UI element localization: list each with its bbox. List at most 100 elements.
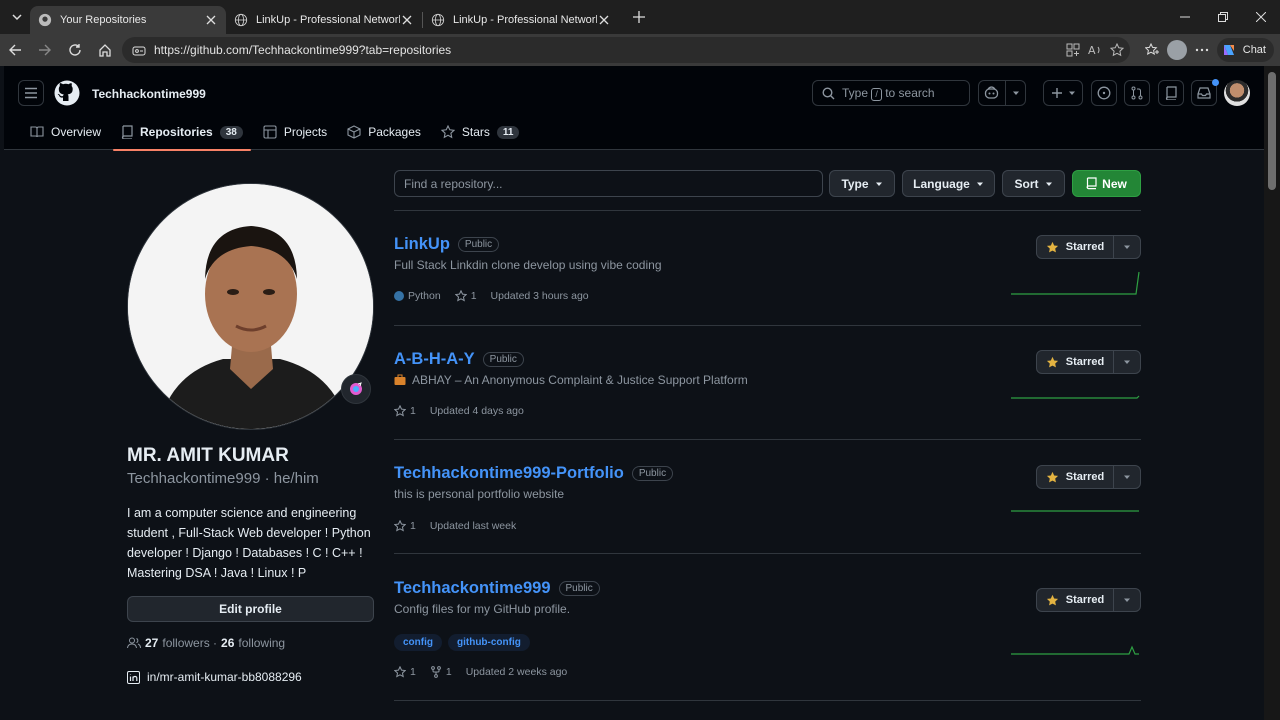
visibility-badge: Public	[482, 351, 524, 367]
language-filter-button[interactable]: Language	[902, 170, 995, 197]
repo-stars-link[interactable]: 1	[454, 290, 477, 302]
type-filter-button[interactable]: Type	[829, 170, 895, 197]
browser-toolbar: https://github.com/Techhackontime999?tab…	[0, 34, 1280, 66]
app-available-icon[interactable]	[1066, 43, 1080, 57]
sort-filter-button[interactable]: Sort	[1002, 170, 1065, 197]
topic-tag[interactable]: github-config	[448, 634, 530, 651]
create-new-button[interactable]	[1043, 80, 1083, 106]
issues-button[interactable]	[1091, 80, 1117, 106]
repo-forks-link[interactable]: 1	[430, 666, 452, 678]
tab-overview[interactable]: Overview	[22, 114, 109, 150]
star-button-group: Starred	[1036, 235, 1141, 259]
tab-close-button[interactable]	[597, 13, 611, 27]
github-logo-icon[interactable]	[54, 80, 80, 106]
search-icon	[822, 86, 835, 99]
context-username[interactable]: Techhackontime999	[92, 87, 206, 101]
reload-icon	[69, 44, 81, 56]
favorites-icon[interactable]	[1144, 43, 1159, 57]
star-list-dropdown[interactable]	[1114, 589, 1140, 611]
site-info-icon[interactable]	[132, 43, 146, 57]
package-icon	[347, 125, 361, 139]
caret-down-icon	[1068, 91, 1075, 95]
home-button[interactable]	[90, 36, 120, 64]
profile-avatar[interactable]	[127, 183, 374, 430]
following-link[interactable]: following	[238, 636, 285, 650]
url-text: https://github.com/Techhackontime999?tab…	[154, 43, 452, 57]
favorite-star-icon[interactable]	[1110, 43, 1124, 57]
find-repository-input[interactable]	[394, 170, 823, 197]
visibility-badge: Public	[457, 236, 500, 252]
star-label: Starred	[1065, 356, 1105, 368]
repositories-button[interactable]	[1158, 80, 1184, 106]
repo-stars-link[interactable]: 1	[394, 666, 416, 678]
star-list-dropdown[interactable]	[1114, 351, 1140, 373]
repo-name-link[interactable]: Techhackontime999-Portfolio	[394, 464, 624, 483]
set-status-button[interactable]	[341, 374, 371, 404]
global-nav-menu-button[interactable]	[18, 80, 44, 106]
repo-name-link[interactable]: Techhackontime999	[394, 579, 551, 598]
back-button[interactable]	[0, 36, 30, 64]
starred-button[interactable]: Starred	[1037, 351, 1114, 373]
profile-bio: I am a computer science and engineering …	[127, 506, 371, 580]
linkedin-handle: in/mr-amit-kumar-bb8088296	[147, 670, 302, 684]
starred-button[interactable]: Starred	[1037, 236, 1114, 258]
tab-label: Stars	[461, 125, 490, 139]
copilot-button[interactable]	[978, 80, 1026, 106]
svg-text:A: A	[1088, 44, 1096, 57]
star-list-dropdown[interactable]	[1114, 466, 1140, 488]
repo-list-item: A-B-H-A-Y Public ABHAY – An Anonymous Co…	[394, 348, 1141, 417]
pull-requests-button[interactable]	[1124, 80, 1150, 106]
tab-projects[interactable]: Projects	[255, 114, 335, 150]
star-icon	[394, 666, 406, 678]
tab-stars[interactable]: Stars 11	[433, 114, 528, 150]
tab-close-button[interactable]	[204, 13, 218, 27]
activity-sparkline	[1011, 271, 1140, 295]
caret-down-icon	[1124, 360, 1130, 364]
scrollbar-thumb[interactable]	[1268, 72, 1276, 190]
github-header: Techhackontime999 Type / to search Overv…	[4, 66, 1264, 151]
copilot-chat-button[interactable]: Chat	[1216, 38, 1274, 62]
browser-profile-avatar[interactable]	[1166, 40, 1187, 60]
tab-close-button[interactable]	[400, 13, 414, 27]
read-aloud-icon[interactable]: A	[1088, 43, 1102, 57]
inbox-icon	[1197, 87, 1211, 99]
repo-stars-link[interactable]: 1	[394, 520, 416, 532]
star-list-dropdown[interactable]	[1114, 236, 1140, 258]
following-count[interactable]: 26	[221, 636, 234, 650]
repo-stars-link[interactable]: 1	[394, 405, 416, 417]
reload-button[interactable]	[60, 36, 90, 64]
new-tab-button[interactable]	[627, 5, 651, 29]
tab-repositories[interactable]: Repositories 38	[113, 114, 251, 151]
followers-count[interactable]: 27	[145, 636, 158, 650]
button-divider	[1005, 80, 1006, 106]
restore-button[interactable]	[1204, 0, 1242, 34]
profile-full-name: MR. AMIT KUMAR	[127, 445, 289, 466]
repo-name-link[interactable]: LinkUp	[394, 235, 450, 254]
browser-tab-1[interactable]: Your Repositories	[30, 6, 226, 34]
user-avatar[interactable]	[1224, 80, 1250, 106]
linkedin-link[interactable]: in/mr-amit-kumar-bb8088296	[127, 670, 302, 684]
followers-link[interactable]: followers ·	[162, 636, 217, 650]
minimize-button[interactable]	[1166, 0, 1204, 34]
tab-actions-menu-button[interactable]	[4, 4, 30, 30]
window-close-button[interactable]	[1242, 0, 1280, 34]
repo-language: Python	[394, 290, 441, 302]
page-scrollbar[interactable]	[1264, 66, 1280, 720]
more-options-icon[interactable]	[1195, 43, 1209, 57]
stars-count: 1	[410, 666, 416, 678]
search-button[interactable]: Type / to search	[812, 80, 970, 106]
starred-button[interactable]: Starred	[1037, 589, 1114, 611]
topic-tag[interactable]: config	[394, 634, 442, 651]
repo-updated-time: Updated 2 weeks ago	[465, 666, 568, 678]
tab-label: Repositories	[140, 125, 213, 139]
browser-tab-2[interactable]: LinkUp - Professional Network	[226, 6, 422, 34]
repo-name-link[interactable]: A-B-H-A-Y	[394, 350, 475, 369]
browser-tab-3[interactable]: LinkUp - Professional Network	[423, 6, 619, 34]
edit-profile-button[interactable]: Edit profile	[127, 596, 374, 622]
forward-button[interactable]	[30, 36, 60, 64]
tab-packages[interactable]: Packages	[339, 114, 429, 150]
new-repository-button[interactable]: New	[1072, 170, 1141, 197]
address-bar[interactable]: https://github.com/Techhackontime999?tab…	[122, 37, 1130, 63]
starred-button[interactable]: Starred	[1037, 466, 1114, 488]
star-label: Starred	[1065, 241, 1105, 253]
